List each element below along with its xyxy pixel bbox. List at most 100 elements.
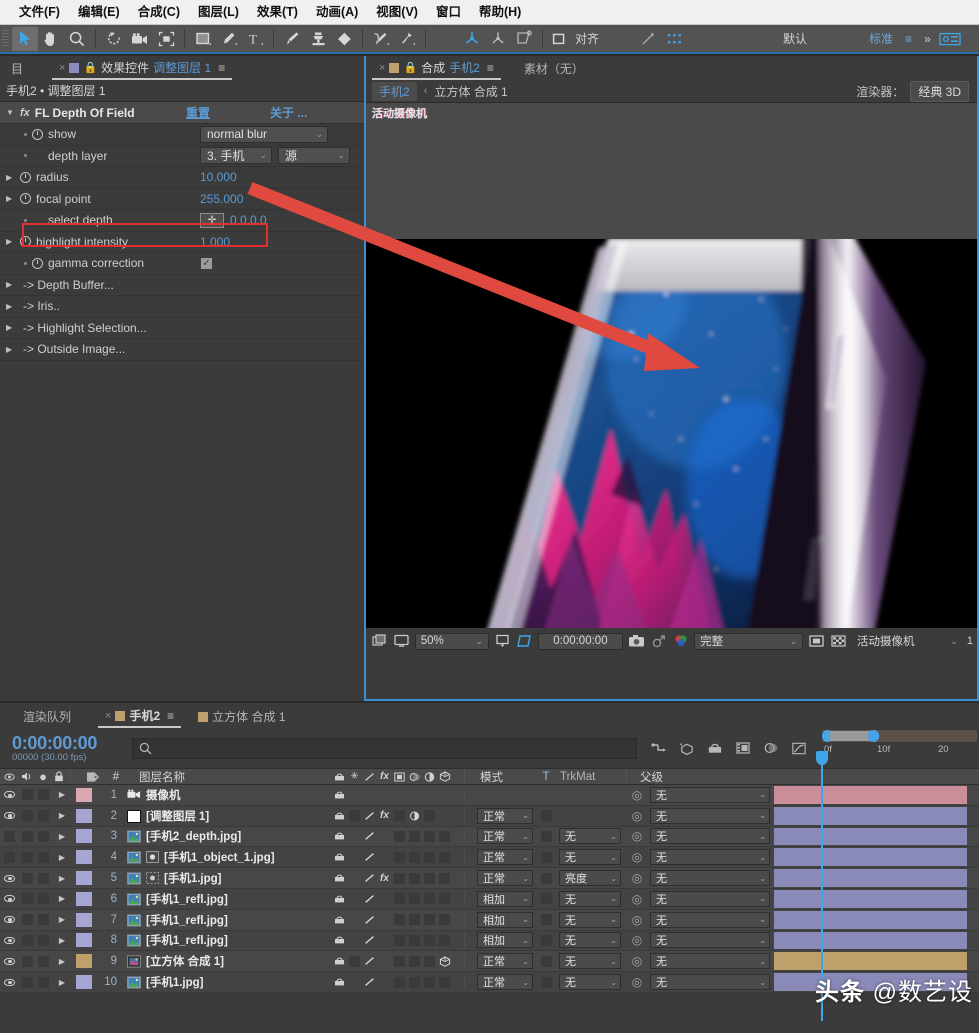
header-visibility-icon[interactable] bbox=[0, 769, 19, 784]
tab-timeline-comp[interactable]: × 手机2 ≡ bbox=[98, 705, 182, 728]
close-icon[interactable]: × bbox=[105, 710, 111, 722]
table-row[interactable]: ▶ 8 [手机1_refl.jpg] 相加 ⌄ 无 ⌄ ◎ 无 ⌄ bbox=[0, 930, 979, 952]
effect-header-row[interactable]: ▼ fx FL Depth Of Field 重置 关于 ... bbox=[0, 102, 364, 124]
layer-expand-triangle[interactable]: ▶ bbox=[51, 910, 73, 930]
depth-source-dropdown[interactable]: 源 ⌄ bbox=[278, 147, 350, 165]
layer-parent[interactable]: 无 ⌄ bbox=[650, 868, 774, 888]
layer-label-color[interactable] bbox=[73, 827, 95, 847]
view-dropdown[interactable]: 活动摄像机 ⌄ bbox=[852, 633, 963, 650]
property-row-outside-image[interactable]: ▶ -> Outside Image... bbox=[0, 339, 364, 361]
header-mode[interactable]: 模式 bbox=[474, 769, 536, 784]
stopwatch-icon[interactable] bbox=[32, 257, 43, 269]
layer-switches[interactable] bbox=[332, 912, 462, 928]
header-number[interactable]: # bbox=[105, 769, 131, 784]
layer-parent[interactable]: 无 ⌄ bbox=[650, 847, 774, 867]
layer-track-matte[interactable]: 无 ⌄ bbox=[556, 827, 624, 847]
layer-expand-triangle[interactable]: ▶ bbox=[51, 847, 73, 867]
show-snapshot-icon[interactable] bbox=[649, 632, 667, 650]
layer-visibility-toggle[interactable] bbox=[0, 806, 19, 826]
layer-blend-mode[interactable]: 相加 ⌄ bbox=[474, 889, 536, 909]
pen-tool-button[interactable] bbox=[216, 27, 242, 51]
composition-mini-flowchart-icon[interactable] bbox=[651, 740, 667, 756]
layer-visibility-toggle[interactable] bbox=[0, 785, 19, 805]
property-row-select-depth[interactable]: select depth ✛ 0.0,0.0 bbox=[0, 210, 364, 232]
layer-switches[interactable] bbox=[332, 891, 462, 907]
workspace-menu-icon[interactable]: ≡ bbox=[899, 32, 918, 46]
disclosure-triangle-icon[interactable]: ▶ bbox=[6, 280, 15, 289]
motion-blur-switch-icon[interactable] bbox=[407, 769, 422, 785]
layer-track-area[interactable] bbox=[774, 806, 979, 826]
layer-visibility-toggle[interactable] bbox=[0, 847, 19, 867]
menu-item-help[interactable]: 帮助(H) bbox=[470, 0, 530, 25]
layer-name[interactable]: [手机1_object_1.jpg] bbox=[121, 847, 332, 867]
layer-preserve-transparency[interactable] bbox=[536, 972, 556, 992]
tab-footage[interactable]: 素材（无） bbox=[517, 57, 591, 80]
layer-preserve-transparency[interactable] bbox=[536, 910, 556, 930]
timeline-ruler[interactable]: 0f 10f 20 bbox=[822, 730, 977, 766]
layer-audio-toggle[interactable] bbox=[19, 847, 35, 867]
collapse-switch-icon[interactable]: ✳ bbox=[347, 769, 362, 785]
layer-parent[interactable]: 无 ⌄ bbox=[650, 931, 774, 951]
layer-name[interactable]: [调整图层 1] bbox=[121, 806, 332, 826]
table-row[interactable]: ▶ 6 [手机1_refl.jpg] 相加 ⌄ 无 ⌄ ◎ 无 ⌄ bbox=[0, 888, 979, 910]
resolution-icon[interactable] bbox=[493, 632, 511, 650]
quality-switch-icon[interactable] bbox=[362, 769, 377, 785]
table-row[interactable]: ▶ 5 [手机1.jpg] fx 正常 ⌄ 亮度 ⌄ ◎ 无 ⌄ bbox=[0, 868, 979, 889]
layer-solo-toggle[interactable] bbox=[35, 910, 51, 930]
layer-name[interactable]: [手机1.jpg] bbox=[121, 868, 332, 888]
header-solo-icon[interactable]: ● bbox=[35, 769, 51, 784]
workspace-default-label[interactable]: 默认 bbox=[777, 30, 813, 47]
tab-effect-controls[interactable]: × 🔒 效果控件 调整图层 1 ≡ bbox=[52, 57, 233, 80]
layer-track-matte[interactable] bbox=[556, 806, 624, 826]
layer-track-area[interactable] bbox=[774, 827, 979, 847]
panel-menu-icon[interactable]: ≡ bbox=[164, 709, 174, 723]
header-trkmat[interactable]: TrkMat bbox=[556, 769, 624, 784]
property-row-depth-layer[interactable]: depth layer 3. 手机 ⌄ 源 ⌄ bbox=[0, 146, 364, 167]
unified-camera-tool-button[interactable] bbox=[459, 27, 485, 51]
layer-audio-toggle[interactable] bbox=[19, 806, 35, 826]
disclosure-triangle-icon[interactable]: ▶ bbox=[6, 194, 15, 203]
header-label-icon[interactable] bbox=[81, 769, 105, 784]
layer-solo-toggle[interactable] bbox=[35, 868, 51, 888]
layer-parent[interactable]: 无 ⌄ bbox=[650, 951, 774, 971]
parent-pickwhip-icon[interactable]: ◎ bbox=[624, 951, 650, 971]
layer-preserve-transparency[interactable] bbox=[536, 806, 556, 826]
layer-visibility-toggle[interactable] bbox=[0, 827, 19, 847]
eraser-tool-button[interactable] bbox=[331, 27, 357, 51]
layer-solo-toggle[interactable] bbox=[35, 827, 51, 847]
work-area-end-handle[interactable] bbox=[868, 730, 879, 742]
layer-audio-toggle[interactable] bbox=[19, 785, 35, 805]
search-input[interactable] bbox=[132, 737, 637, 759]
menu-item-view[interactable]: 视图(V) bbox=[367, 0, 427, 25]
frame-blending-icon[interactable] bbox=[735, 740, 751, 756]
layer-parent[interactable]: 无 ⌄ bbox=[650, 910, 774, 930]
layer-label-color[interactable] bbox=[73, 972, 95, 992]
layer-track-area[interactable] bbox=[774, 910, 979, 930]
layer-solo-toggle[interactable] bbox=[35, 951, 51, 971]
parent-pickwhip-icon[interactable]: ◎ bbox=[624, 785, 650, 805]
layer-visibility-toggle[interactable] bbox=[0, 951, 19, 971]
snapping-toggle-button[interactable] bbox=[635, 27, 661, 51]
views-count[interactable]: 1 bbox=[967, 635, 973, 647]
parent-pickwhip-icon[interactable]: ◎ bbox=[624, 806, 650, 826]
layer-label-color[interactable] bbox=[73, 806, 95, 826]
layer-track-area[interactable] bbox=[774, 847, 979, 867]
layer-solo-toggle[interactable] bbox=[35, 889, 51, 909]
layer-blend-mode[interactable]: 正常 ⌄ bbox=[474, 806, 536, 826]
pan-behind-tool-button[interactable] bbox=[511, 27, 537, 51]
layer-blend-mode[interactable]: 正常 ⌄ bbox=[474, 827, 536, 847]
layer-expand-triangle[interactable]: ▶ bbox=[51, 889, 73, 909]
property-row-highlight-intensity[interactable]: ▶ highlight intensity 1.000 bbox=[0, 232, 364, 253]
layer-track-matte[interactable]: 无 ⌄ bbox=[556, 931, 624, 951]
header-lock-icon[interactable] bbox=[51, 769, 67, 784]
stopwatch-icon[interactable] bbox=[20, 193, 31, 205]
roto-brush-tool-button[interactable] bbox=[368, 27, 394, 51]
lock-icon[interactable]: 🔒 bbox=[403, 61, 417, 74]
layer-switches[interactable] bbox=[332, 787, 462, 803]
disclosure-triangle-icon[interactable]: ▶ bbox=[6, 302, 15, 311]
close-icon[interactable]: × bbox=[379, 62, 385, 74]
frame-blend-switch-icon[interactable] bbox=[392, 769, 407, 785]
layer-expand-triangle[interactable]: ▶ bbox=[51, 827, 73, 847]
layer-preserve-transparency[interactable] bbox=[536, 785, 556, 805]
focal-point-value[interactable]: 255.000 bbox=[200, 192, 243, 206]
